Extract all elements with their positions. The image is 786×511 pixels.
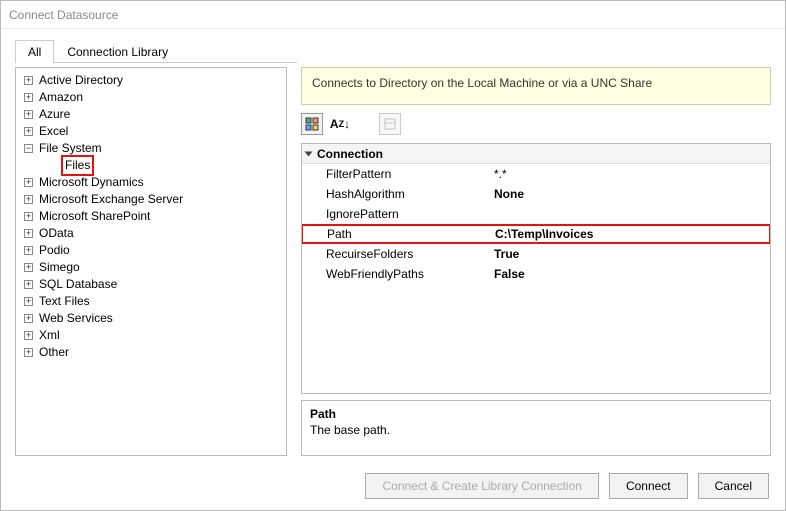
- categorized-icon[interactable]: [301, 113, 323, 135]
- tree-item-label: Active Directory: [37, 72, 125, 89]
- tree-item[interactable]: + Amazon: [18, 89, 284, 106]
- expand-icon[interactable]: +: [24, 195, 33, 204]
- tree-item[interactable]: + SQL Database: [18, 276, 284, 293]
- tree-item[interactable]: + Xml: [18, 327, 284, 344]
- tree-item[interactable]: Files: [18, 157, 284, 174]
- connect-button[interactable]: Connect: [609, 473, 688, 499]
- expand-icon[interactable]: +: [24, 348, 33, 357]
- tab-connection-library[interactable]: Connection Library: [54, 40, 181, 63]
- tree-item[interactable]: + Active Directory: [18, 72, 284, 89]
- expand-icon[interactable]: +: [24, 280, 33, 289]
- tab-strip: All Connection Library: [15, 39, 297, 63]
- tree-item-label: Simego: [37, 259, 82, 276]
- property-description: Path The base path.: [301, 400, 771, 456]
- tree-item[interactable]: + OData: [18, 225, 284, 242]
- property-row[interactable]: FilterPattern*.*: [302, 164, 770, 184]
- collapse-icon[interactable]: −: [24, 144, 33, 153]
- property-name: HashAlgorithm: [302, 187, 494, 201]
- property-value[interactable]: True: [494, 247, 770, 261]
- sort-az-icon[interactable]: AZ↓: [329, 113, 351, 135]
- tree-item-label: Microsoft Exchange Server: [37, 191, 185, 208]
- tree-item-label: SQL Database: [37, 276, 119, 293]
- cancel-button[interactable]: Cancel: [698, 473, 769, 499]
- expand-icon[interactable]: +: [24, 212, 33, 221]
- tree-item-label: Web Services: [37, 310, 115, 327]
- tree-item-label: Podio: [37, 242, 72, 259]
- tree-item-label: Microsoft Dynamics: [37, 174, 146, 191]
- tree-item-label: Azure: [37, 106, 72, 123]
- property-row[interactable]: IgnorePattern: [302, 204, 770, 224]
- property-value[interactable]: None: [494, 187, 770, 201]
- expand-icon[interactable]: +: [24, 263, 33, 272]
- dialog-footer: Connect & Create Library Connection Conn…: [1, 462, 785, 510]
- tree-item-label: Other: [37, 344, 71, 361]
- property-row[interactable]: WebFriendlyPathsFalse: [302, 264, 770, 284]
- description-body: The base path.: [310, 423, 762, 437]
- tree-item-label: Microsoft SharePoint: [37, 208, 152, 225]
- window-title: Connect Datasource: [1, 1, 785, 29]
- expand-icon[interactable]: +: [24, 297, 33, 306]
- property-row[interactable]: HashAlgorithmNone: [302, 184, 770, 204]
- expand-icon[interactable]: +: [24, 314, 33, 323]
- connect-create-library-button: Connect & Create Library Connection: [365, 473, 598, 499]
- property-name: IgnorePattern: [302, 207, 494, 221]
- property-section-header[interactable]: Connection: [302, 144, 770, 164]
- property-pages-icon: [379, 113, 401, 135]
- tree-item-label: Amazon: [37, 89, 85, 106]
- tree-item[interactable]: + Excel: [18, 123, 284, 140]
- tree-item[interactable]: + Web Services: [18, 310, 284, 327]
- tree-item[interactable]: + Microsoft Exchange Server: [18, 191, 284, 208]
- tree-item-label: Xml: [37, 327, 62, 344]
- description-title: Path: [310, 407, 762, 421]
- expand-icon[interactable]: +: [24, 127, 33, 136]
- tree-item-label: Text Files: [37, 293, 92, 310]
- expand-icon[interactable]: +: [24, 246, 33, 255]
- tree-item[interactable]: + Simego: [18, 259, 284, 276]
- tree-item[interactable]: + Podio: [18, 242, 284, 259]
- expand-icon[interactable]: +: [24, 331, 33, 340]
- property-grid[interactable]: Connection FilterPattern*.*HashAlgorithm…: [301, 143, 771, 394]
- expand-icon[interactable]: +: [24, 76, 33, 85]
- property-value[interactable]: C:\Temp\Invoices: [495, 227, 769, 241]
- tree-item[interactable]: + Microsoft Dynamics: [18, 174, 284, 191]
- tree-item-label: OData: [37, 225, 76, 242]
- property-value[interactable]: False: [494, 267, 770, 281]
- expand-icon[interactable]: +: [24, 178, 33, 187]
- tree-item[interactable]: + Azure: [18, 106, 284, 123]
- expand-icon[interactable]: +: [24, 229, 33, 238]
- chevron-down-icon: [305, 151, 313, 156]
- property-name: RecuirseFolders: [302, 247, 494, 261]
- datasource-tree[interactable]: +Active Directory+Amazon+Azure+Excel−Fil…: [15, 67, 287, 456]
- tree-item-label: Excel: [37, 123, 70, 140]
- property-name: WebFriendlyPaths: [302, 267, 494, 281]
- tree-item-label: Files: [61, 155, 94, 176]
- property-toolbar: AZ↓: [301, 111, 771, 137]
- section-label: Connection: [317, 147, 383, 161]
- property-row[interactable]: PathC:\Temp\Invoices: [301, 224, 771, 244]
- expand-icon[interactable]: +: [24, 110, 33, 119]
- property-value[interactable]: *.*: [494, 167, 770, 181]
- expand-icon[interactable]: +: [24, 93, 33, 102]
- tab-all[interactable]: All: [15, 40, 54, 63]
- tree-item[interactable]: + Microsoft SharePoint: [18, 208, 284, 225]
- info-banner: Connects to Directory on the Local Machi…: [301, 67, 771, 105]
- property-name: FilterPattern: [302, 167, 494, 181]
- tree-item[interactable]: −File System: [18, 140, 284, 157]
- property-row[interactable]: RecuirseFoldersTrue: [302, 244, 770, 264]
- tree-item[interactable]: + Other: [18, 344, 284, 361]
- property-name: Path: [303, 227, 495, 241]
- tree-item[interactable]: + Text Files: [18, 293, 284, 310]
